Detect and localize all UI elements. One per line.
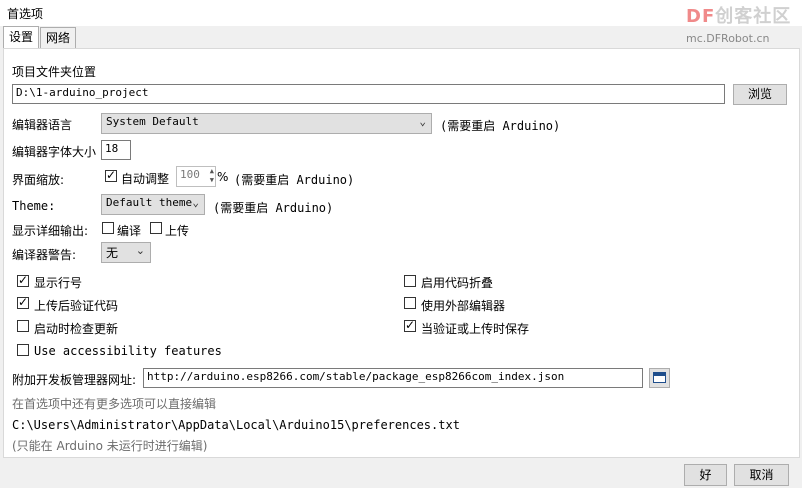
title-bar bbox=[0, 0, 802, 26]
font-size-label: 编辑器字体大小 bbox=[12, 145, 97, 159]
compiler-warnings-value: 无 bbox=[106, 246, 119, 260]
editor-language-select[interactable]: System Default ⌄ bbox=[101, 113, 432, 134]
scale-percent-unit: % bbox=[217, 170, 229, 184]
tab-settings[interactable]: 设置 bbox=[3, 26, 40, 49]
save-on-verify-checkbox[interactable] bbox=[404, 318, 416, 332]
watermark-logo-text: 创客社区 bbox=[715, 6, 792, 27]
verify-after-upload-checkbox[interactable] bbox=[17, 295, 29, 309]
editor-language-value: System Default bbox=[106, 115, 199, 128]
spinner-arrows-icon[interactable]: ▲ ▼ bbox=[210, 167, 214, 185]
verbose-output-label: 显示详细输出: bbox=[12, 224, 89, 238]
interface-scale-note: (需要重启 Arduino) bbox=[234, 173, 355, 187]
scale-percent-input[interactable]: 100 ▲ ▼ bbox=[176, 166, 216, 187]
chevron-down-icon: ⌄ bbox=[135, 244, 145, 257]
chevron-down-icon: ⌄ bbox=[419, 115, 426, 128]
auto-scale-label: 自动调整 bbox=[121, 172, 170, 186]
theme-value: Default theme bbox=[106, 196, 193, 209]
interface-scale-label: 界面缩放: bbox=[12, 173, 65, 187]
compiler-warnings-label: 编译器警告: bbox=[12, 248, 77, 262]
sketchbook-path-input[interactable]: D:\1-arduino_project bbox=[12, 84, 725, 104]
verify-after-upload-label: 上传后验证代码 bbox=[34, 299, 119, 313]
code-folding-checkbox[interactable] bbox=[404, 275, 416, 287]
theme-note: (需要重启 Arduino) bbox=[213, 201, 334, 215]
cancel-button[interactable]: 取消 bbox=[734, 464, 789, 486]
watermark-logo: DF创客社区 bbox=[686, 2, 791, 28]
verbose-upload-checkbox[interactable] bbox=[150, 222, 162, 234]
accessibility-checkbox[interactable] bbox=[17, 344, 29, 356]
external-editor-checkbox[interactable] bbox=[404, 297, 416, 309]
chevron-down-icon: ⌄ bbox=[192, 196, 199, 209]
tab-network[interactable]: 网络 bbox=[40, 27, 77, 48]
theme-select[interactable]: Default theme ⌄ bbox=[101, 194, 205, 215]
editor-language-note: (需要重启 Arduino) bbox=[440, 119, 561, 133]
preferences-file-path: C:\Users\Administrator\AppData\Local\Ard… bbox=[12, 418, 460, 432]
theme-label: Theme: bbox=[12, 199, 56, 213]
font-size-input[interactable]: 18 bbox=[101, 140, 131, 160]
sketchbook-label: 项目文件夹位置 bbox=[12, 65, 97, 79]
accessibility-label: Use accessibility features bbox=[34, 344, 222, 358]
window-list-icon bbox=[653, 372, 666, 383]
editor-language-label: 编辑器语言 bbox=[12, 118, 73, 132]
verbose-compile-checkbox[interactable] bbox=[102, 222, 114, 234]
auto-scale-checkbox[interactable] bbox=[105, 168, 117, 182]
window-list-button[interactable] bbox=[649, 368, 670, 388]
check-updates-checkbox[interactable] bbox=[17, 320, 29, 332]
board-urls-input[interactable]: http://arduino.esp8266.com/stable/packag… bbox=[143, 368, 643, 388]
save-on-verify-label: 当验证或上传时保存 bbox=[421, 322, 530, 336]
watermark-url: mc.DFRobot.cn bbox=[686, 32, 770, 45]
check-updates-label: 启动时检查更新 bbox=[34, 322, 119, 336]
browse-button[interactable]: 浏览 bbox=[733, 84, 787, 105]
verbose-compile-label: 编译 bbox=[117, 224, 142, 238]
compiler-warnings-select[interactable]: 无 ⌄ bbox=[101, 242, 151, 263]
scale-percent-value: 100 bbox=[180, 168, 200, 181]
code-folding-label: 启用代码折叠 bbox=[421, 276, 494, 290]
window-title: 首选项 bbox=[7, 7, 44, 21]
external-editor-label: 使用外部编辑器 bbox=[421, 299, 506, 313]
more-prefs-text: 在首选项中还有更多选项可以直接编辑 bbox=[12, 397, 217, 411]
ok-button[interactable]: 好 bbox=[684, 464, 727, 486]
board-urls-label: 附加开发板管理器网址: bbox=[12, 373, 137, 387]
show-line-numbers-checkbox[interactable] bbox=[17, 273, 29, 287]
more-prefs-note: (只能在 Arduino 未运行时进行编辑) bbox=[12, 439, 208, 453]
verbose-upload-label: 上传 bbox=[165, 224, 190, 238]
show-line-numbers-label: 显示行号 bbox=[34, 276, 83, 290]
watermark-logo-prefix: DF bbox=[686, 6, 716, 27]
